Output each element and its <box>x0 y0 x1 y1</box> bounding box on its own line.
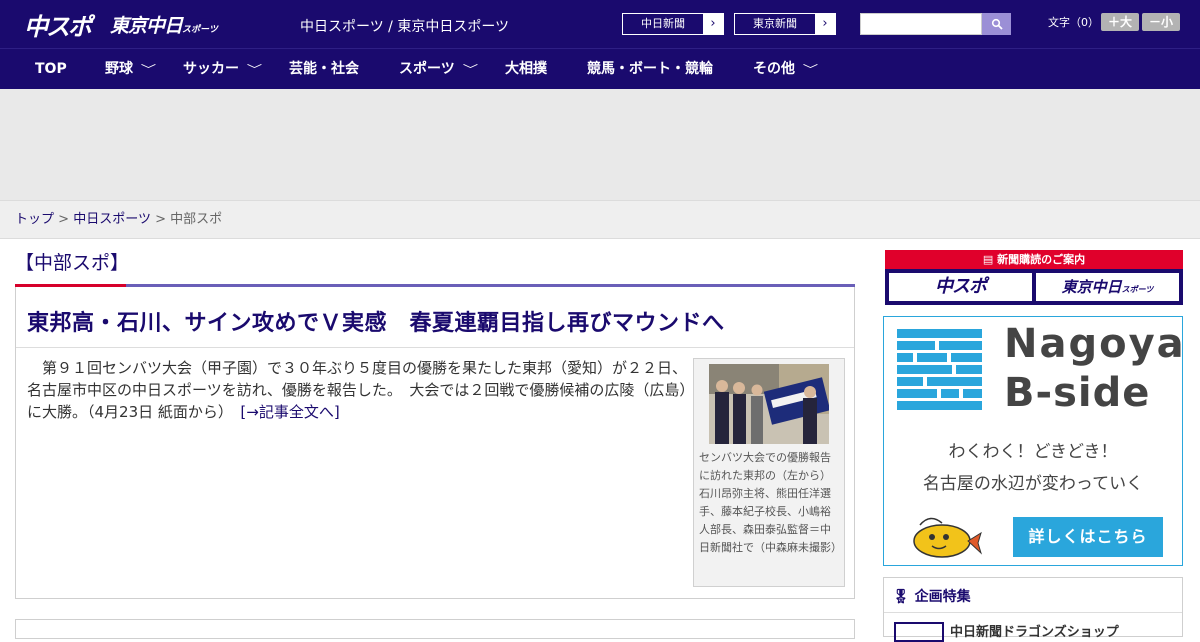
subscription-heading-text: 新聞購読のご案内 <box>997 253 1086 266</box>
subscribe-chuspo-link[interactable]: 中スポ <box>889 273 1032 301</box>
article-photo[interactable] <box>709 364 829 444</box>
bside-bricks-logo <box>897 329 982 410</box>
article-photo-box: センバツ大会での優勝報告に訪れた東邦の（左から）石川昂弥主将、熊田任洋選手、藤本… <box>693 358 845 587</box>
bside-tagline-1: わくわく！どきどき！ <box>948 442 1118 462</box>
bside-title-line1: Nagoya <box>1004 321 1186 367</box>
subscription-box[interactable]: ▤ 新聞購読のご案内 中スポ 東京中日スポーツ <box>885 250 1183 305</box>
sub-tokyo-small: スポーツ <box>1121 285 1154 294</box>
breadcrumb-chunichi-sports[interactable]: 中日スポーツ <box>73 212 151 227</box>
chevron-down-icon: ﹀ <box>462 63 478 76</box>
sub-tokyo-main: 東京中日 <box>1061 278 1122 296</box>
breadcrumb: トップ > 中日スポーツ > 中部スポ <box>0 200 1200 239</box>
chevron-down-icon: ﹀ <box>802 63 819 76</box>
tokyo-chunichi-logo[interactable]: 東京中日スポーツ <box>110 11 218 43</box>
tokyo-logo-main: 東京中日 <box>110 15 183 37</box>
chunichi-shimbun-label: 中日新聞 <box>641 17 685 30</box>
search-icon <box>991 18 1003 30</box>
feature-item-dragons-shop[interactable]: 中日新聞ドラゴンズショップ <box>950 621 1119 640</box>
tokyo-shimbun-link[interactable]: 東京新聞 › <box>734 13 836 35</box>
article-text: 第９１回センバツ大会（甲子園）で３０年ぶり５度目の優勝を果たした東邦（愛知）が２… <box>27 359 688 421</box>
nav-item-racing[interactable]: 競馬・ボート・競輪 <box>587 49 713 90</box>
tokyo-shimbun-label: 東京新聞 <box>753 17 797 30</box>
search-input[interactable] <box>860 13 982 35</box>
article-body: 第９１回センバツ大会（甲子園）で３０年ぶり５度目の優勝を果たした東邦（愛知）が２… <box>27 357 687 423</box>
bside-tagline-2: 名古屋の水辺が変わっていく <box>922 474 1144 494</box>
feature-box: 🎖 企画特集 中日新聞ドラゴンズショップ <box>883 577 1183 642</box>
font-size-label: 文字（0） <box>1048 16 1099 29</box>
nav-label: 芸能・社会 <box>289 61 359 77</box>
fried-shrimp-mascot-icon <box>913 517 982 558</box>
read-full-article-link[interactable]: [→記事全文へ] <box>240 403 339 421</box>
feature-heading: 🎖 企画特集 <box>892 586 971 606</box>
breadcrumb-current: 中部スポ <box>170 212 223 227</box>
breadcrumb-top[interactable]: トップ <box>15 212 54 227</box>
nav-label: TOP <box>35 61 67 77</box>
nav-item-entertainment[interactable]: 芸能・社会 <box>289 49 359 90</box>
nav-item-other[interactable]: その他 ﹀ <box>753 49 819 90</box>
subscription-heading: ▤ 新聞購読のご案内 <box>885 250 1183 269</box>
newspaper-icon: ▤ <box>982 253 998 266</box>
tokyo-logo-small: スポーツ <box>182 25 218 35</box>
main-nav: TOP 野球 ﹀ サッカー ﹀ 芸能・社会 スポーツ ﹀ 大相撲 競馬・ボート・競輪 … <box>0 48 1200 89</box>
section-heading: 【中部スポ】 <box>15 252 130 274</box>
chunichi-shimbun-link[interactable]: 中日新聞 › <box>622 13 724 35</box>
chuspo-logo[interactable]: 中スポ <box>24 7 92 41</box>
nav-item-sumo[interactable]: 大相撲 <box>505 49 547 90</box>
top-header: 中スポ 東京中日スポーツ 中日スポーツ / 東京中日スポーツ 中日新聞 › 東京… <box>0 0 1200 48</box>
article-title[interactable]: 東邦高・石川、サイン攻めでＶ実感 春夏連覇目指し再びマウンドへ <box>27 305 725 337</box>
feature-heading-text: 企画特集 <box>914 589 971 605</box>
photo-caption: センバツ大会での優勝報告に訪れた東邦の（左から）石川昂弥主将、熊田任洋選手、藤本… <box>699 451 842 554</box>
nav-item-sports[interactable]: スポーツ ﹀ <box>399 49 478 90</box>
ad-banner-area <box>0 89 1200 200</box>
feature-thumbnail[interactable] <box>894 622 944 642</box>
nav-label: 競馬・ボート・競輪 <box>587 61 713 77</box>
nav-label: 野球 <box>105 61 133 77</box>
font-size-increase-button[interactable]: ＋大 <box>1101 13 1139 31</box>
chevron-down-icon: ﹀ <box>140 63 157 76</box>
font-size-decrease-button[interactable]: －小 <box>1142 13 1180 31</box>
bside-title-line2: B-side <box>1004 370 1151 416</box>
nav-label: その他 <box>753 61 795 77</box>
chevron-down-icon: ﹀ <box>246 63 263 76</box>
ribbon-icon: 🎖 <box>892 589 910 605</box>
breadcrumb-separator: > <box>58 212 70 227</box>
feature-divider <box>884 612 1182 613</box>
article-divider <box>16 347 854 348</box>
nav-label: 大相撲 <box>505 61 547 77</box>
next-article-card <box>15 619 855 639</box>
chevron-right-icon: › <box>703 14 723 34</box>
nagoya-bside-ad[interactable]: Nagoya B-side わくわく！どきどき！ 名古屋の水辺が変わっていく 詳… <box>883 316 1186 566</box>
bside-details-button[interactable]: 詳しくはこちら <box>1013 517 1163 557</box>
breadcrumb-separator: > <box>155 212 166 227</box>
nav-item-baseball[interactable]: 野球 ﹀ <box>105 49 157 90</box>
nav-label: サッカー <box>183 61 239 77</box>
nav-item-soccer[interactable]: サッカー ﹀ <box>183 49 263 90</box>
nav-item-top[interactable]: TOP <box>35 49 67 90</box>
subscribe-tokyo-chunichi-link[interactable]: 東京中日スポーツ <box>1036 273 1179 301</box>
nav-label: スポーツ <box>399 61 455 77</box>
chevron-right-icon: › <box>815 14 835 34</box>
article-card: 東邦高・石川、サイン攻めでＶ実感 春夏連覇目指し再びマウンドへ 第９１回センバツ… <box>15 287 855 599</box>
search-button[interactable] <box>982 13 1011 35</box>
site-title: 中日スポーツ / 東京中日スポーツ <box>300 19 510 35</box>
